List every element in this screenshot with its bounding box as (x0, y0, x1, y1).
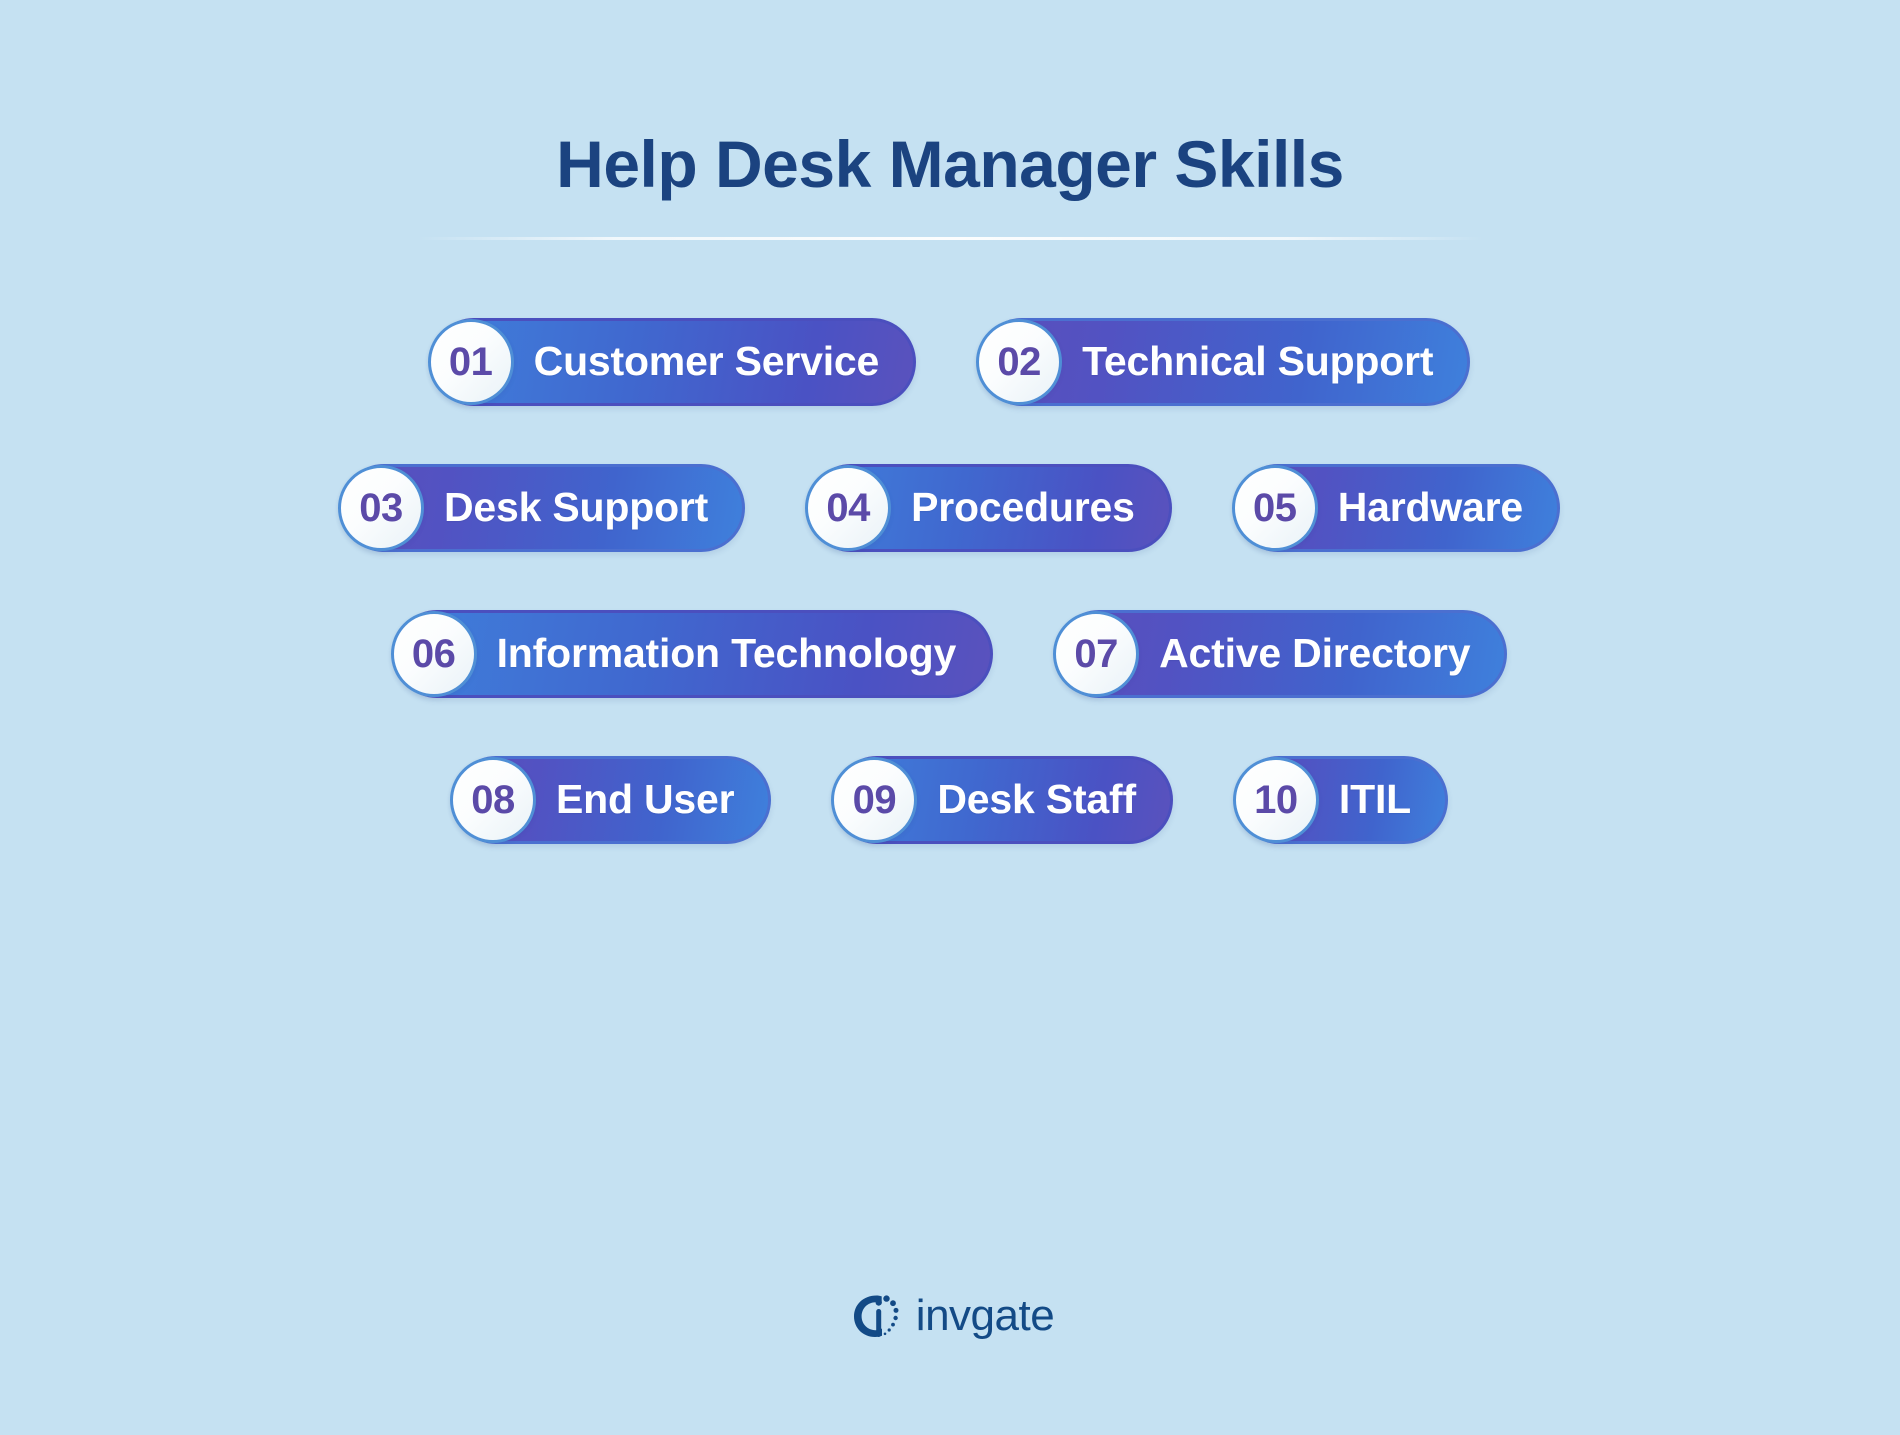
skill-pill-03[interactable]: 03 Desk Support (337, 463, 746, 552)
infographic-canvas: Help Desk Manager Skills 01 Customer Serv… (0, 0, 1900, 1435)
skill-number-badge: 01 (427, 318, 514, 405)
skills-row: 01 Customer Service 02 Technical Support (150, 317, 1750, 406)
skill-label: Customer Service (533, 338, 880, 385)
skill-number: 06 (411, 631, 456, 676)
skill-number-badge: 02 (976, 318, 1063, 405)
skill-number-badge: 05 (1231, 464, 1318, 551)
skill-number-badge: 04 (805, 464, 892, 551)
skill-label: Hardware (1337, 484, 1523, 531)
skill-pill-02[interactable]: 02 Technical Support (976, 317, 1471, 406)
skill-pill-04[interactable]: 04 Procedures (805, 463, 1172, 552)
skill-label: Procedures (911, 484, 1135, 531)
skill-label: ITIL (1338, 776, 1411, 823)
skill-label: Technical Support (1082, 338, 1434, 385)
skills-row: 06 Information Technology 07 Active Directo… (150, 609, 1750, 698)
page-title: Help Desk Manager Skills (556, 127, 1344, 201)
skill-number-badge: 06 (390, 610, 477, 697)
skill-pill-07[interactable]: 07 Active Directory (1053, 609, 1508, 698)
skill-number: 05 (1252, 485, 1297, 530)
skill-pill-05[interactable]: 05 Hardware (1231, 463, 1560, 552)
skill-pill-01[interactable]: 01 Customer Service (427, 317, 917, 406)
skill-pill-06[interactable]: 06 Information Technology (390, 609, 994, 698)
skill-number-badge: 03 (337, 464, 424, 551)
skill-number-badge: 07 (1053, 610, 1140, 697)
invgate-logo-text: invgate (915, 1291, 1055, 1340)
skill-number: 08 (471, 777, 515, 822)
skill-label: Information Technology (496, 630, 957, 677)
footer: invgate (0, 1287, 1900, 1345)
skill-number: 01 (448, 339, 493, 384)
skill-number: 02 (997, 339, 1041, 384)
skills-row: 08 End User 09 Desk Staff 10 ITIL (150, 755, 1750, 844)
invgate-logo: invgate (846, 1287, 1055, 1345)
skill-number-badge: 10 (1232, 756, 1319, 843)
skill-label: Active Directory (1159, 630, 1471, 677)
skills-row: 03 Desk Support 04 Procedures 05 Hardware (150, 463, 1750, 552)
skill-pill-08[interactable]: 08 End User (449, 755, 772, 844)
skill-pill-10[interactable]: 10 ITIL (1232, 755, 1448, 844)
skill-pill-09[interactable]: 09 Desk Staff (831, 755, 1173, 844)
skill-number-badge: 08 (449, 756, 536, 843)
skill-label: Desk Staff (937, 776, 1136, 823)
title-divider (417, 236, 1483, 240)
skill-number: 07 (1074, 631, 1118, 676)
skill-label: End User (555, 776, 735, 823)
skill-number: 04 (826, 485, 870, 530)
skill-number: 03 (359, 485, 403, 530)
skill-number: 10 (1254, 777, 1298, 822)
title-section: Help Desk Manager Skills (400, 128, 1500, 240)
skill-number: 09 (852, 777, 897, 822)
skill-label: Desk Support (443, 484, 709, 531)
invgate-logo-icon (853, 1295, 899, 1337)
skills-list: 01 Customer Service 02 Technical Support 03 D… (150, 317, 1750, 844)
skill-number-badge: 09 (831, 756, 918, 843)
